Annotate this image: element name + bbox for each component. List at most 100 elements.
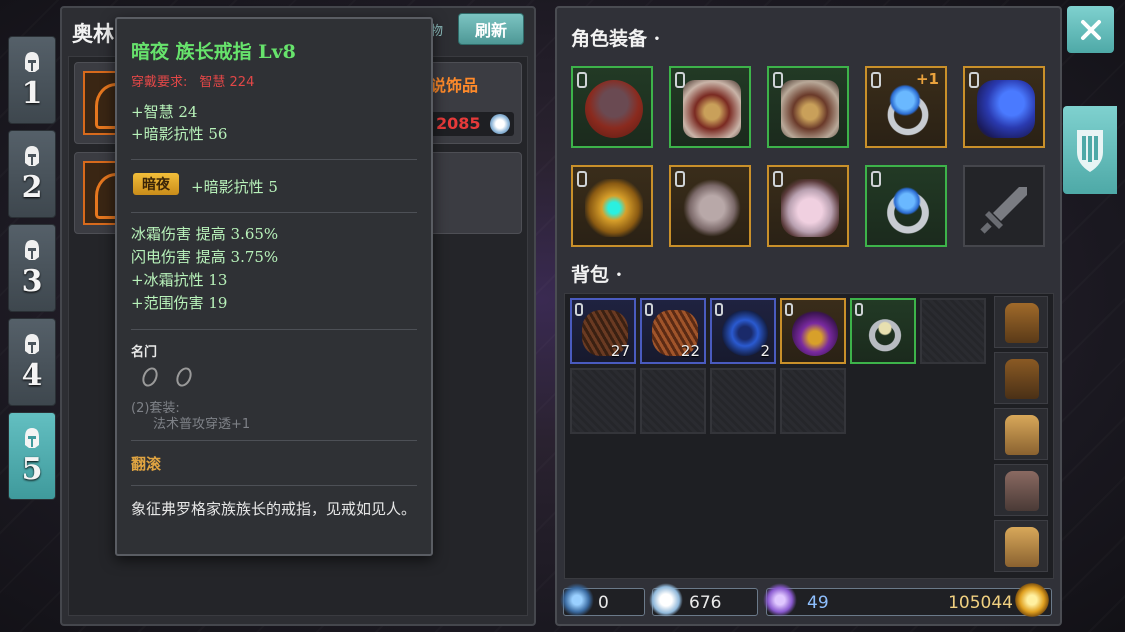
equipment-title: 角色装备 · [571,28,661,50]
backpack-icon [1005,359,1039,399]
bag-tab-1[interactable] [994,296,1048,348]
backpack-icon [1005,527,1039,567]
crystal-icon [763,583,797,617]
side-shield-button[interactable] [1063,106,1117,194]
close-icon [1080,19,1101,40]
close-button[interactable] [1067,6,1114,53]
divider [131,212,417,213]
link-icon [645,303,653,316]
link-icon [785,303,793,316]
element-stat: +暗影抗性 5 [191,178,278,196]
bag-grid: 27 22 2 [564,293,1054,579]
equip-slot-ring-1[interactable]: +1 [865,66,947,148]
bag-slot-empty[interactable] [570,368,636,434]
roll-label[interactable]: 翻滚 [131,453,161,474]
link-icon [773,171,783,187]
link-icon [577,72,587,88]
base-stat: +智慧 24 [131,103,198,121]
blue-staff-icon [977,80,1035,138]
blue-ring-icon [879,80,937,138]
bag-slot-empty[interactable] [640,368,706,434]
link-icon [715,303,723,316]
bag-tab-5[interactable] [994,520,1048,572]
tab-number: 5 [21,452,43,487]
shop-title: 奥林 [72,21,114,46]
gem-currency-value: 676 [689,593,722,613]
bag-slot[interactable] [780,298,846,364]
gauntlet-icon [683,179,741,237]
purple-potion-icon [792,310,838,356]
divider [131,440,417,441]
bag-title: 背包 · [571,264,623,286]
gold-amulet-icon [585,179,643,237]
item-lore: 象征弗罗格家族族长的戒指，见戒如见人。 [131,500,417,518]
requirement: 穿戴要求: 智慧 224 [131,71,254,90]
bag-tab-4[interactable] [994,464,1048,516]
refresh-button[interactable]: 刷新 [458,13,524,45]
bag-slot[interactable]: 2 [710,298,776,364]
price-value: 2085 [436,114,481,133]
backpack-icon [1005,415,1039,455]
equip-slot-weapon[interactable] [963,66,1045,148]
crystal-gold-currency: 49 105044 [763,583,1052,617]
item-tooltip: 暗夜 族长戒指 Lv8 穿戴要求: 智慧 224 +智慧 24 +暗影抗性 56 … [115,17,433,556]
bag-tab-3[interactable] [994,408,1048,460]
extra-stat: +范围伤害 19 [131,294,228,312]
tab-character-1[interactable]: 1 [8,36,56,124]
link-icon [855,303,863,316]
equip-slot-helmet[interactable] [571,66,653,148]
weapon-currency-icon [560,583,594,617]
element-badge: 暗夜 [133,173,179,195]
gold-currency-value: 105044 [948,593,1013,613]
tab-number: 3 [21,264,43,299]
divider [131,159,417,160]
equip-slot-gloves[interactable] [669,165,751,247]
equip-slot-boots[interactable] [767,165,849,247]
bag-slot-empty[interactable] [920,298,986,364]
helmet-icon [25,240,39,260]
bag-slot-empty[interactable] [780,368,846,434]
armor-legs-icon [781,80,839,138]
item-name: 暗夜 族长戒指 Lv8 [131,41,296,63]
bear-hood-icon [585,80,643,138]
item-count: 22 [680,342,700,360]
armor-chest-icon [683,80,741,138]
bag-slot[interactable]: 27 [570,298,636,364]
link-icon [969,72,979,88]
equip-slot-ring-2[interactable] [865,165,947,247]
set-name: 名门 [131,345,158,360]
extra-stat: 闪电伤害 提高 3.75% [131,248,279,266]
link-icon [575,303,583,316]
divider [131,329,417,330]
tab-number: 4 [21,358,43,393]
requirement-label: 穿戴要求: [131,75,188,90]
ring-icon [862,310,908,356]
tab-character-3[interactable]: 3 [8,224,56,312]
equip-slot-amulet[interactable] [571,165,653,247]
link-icon [871,171,881,187]
helmet-icon [25,334,39,354]
equip-slot-offhand[interactable] [963,165,1045,247]
set-ring-icon [139,364,161,390]
equip-slot-legs[interactable] [767,66,849,148]
sword-icon [980,187,1027,234]
tab-character-4[interactable]: 4 [8,318,56,406]
helmet-icon [25,428,39,448]
item-count: 2 [760,342,770,360]
gold-coin-icon [1015,583,1049,617]
divider [131,485,417,486]
bag-slot[interactable] [850,298,916,364]
gem-currency: 676 [649,583,758,617]
requirement-value: 智慧 224 [199,75,255,90]
equip-slot-chest[interactable] [669,66,751,148]
crystal-currency-value: 49 [807,593,829,613]
tab-character-2[interactable]: 2 [8,130,56,218]
tab-character-5[interactable]: 5 [8,412,56,500]
gem-icon [490,114,510,134]
extra-stat: 冰霜伤害 提高 3.65% [131,225,279,243]
weapon-currency: 0 [560,583,645,617]
bag-slot-empty[interactable] [710,368,776,434]
bag-tab-2[interactable] [994,352,1048,404]
gem-icon [649,583,683,617]
bag-slot[interactable]: 22 [640,298,706,364]
